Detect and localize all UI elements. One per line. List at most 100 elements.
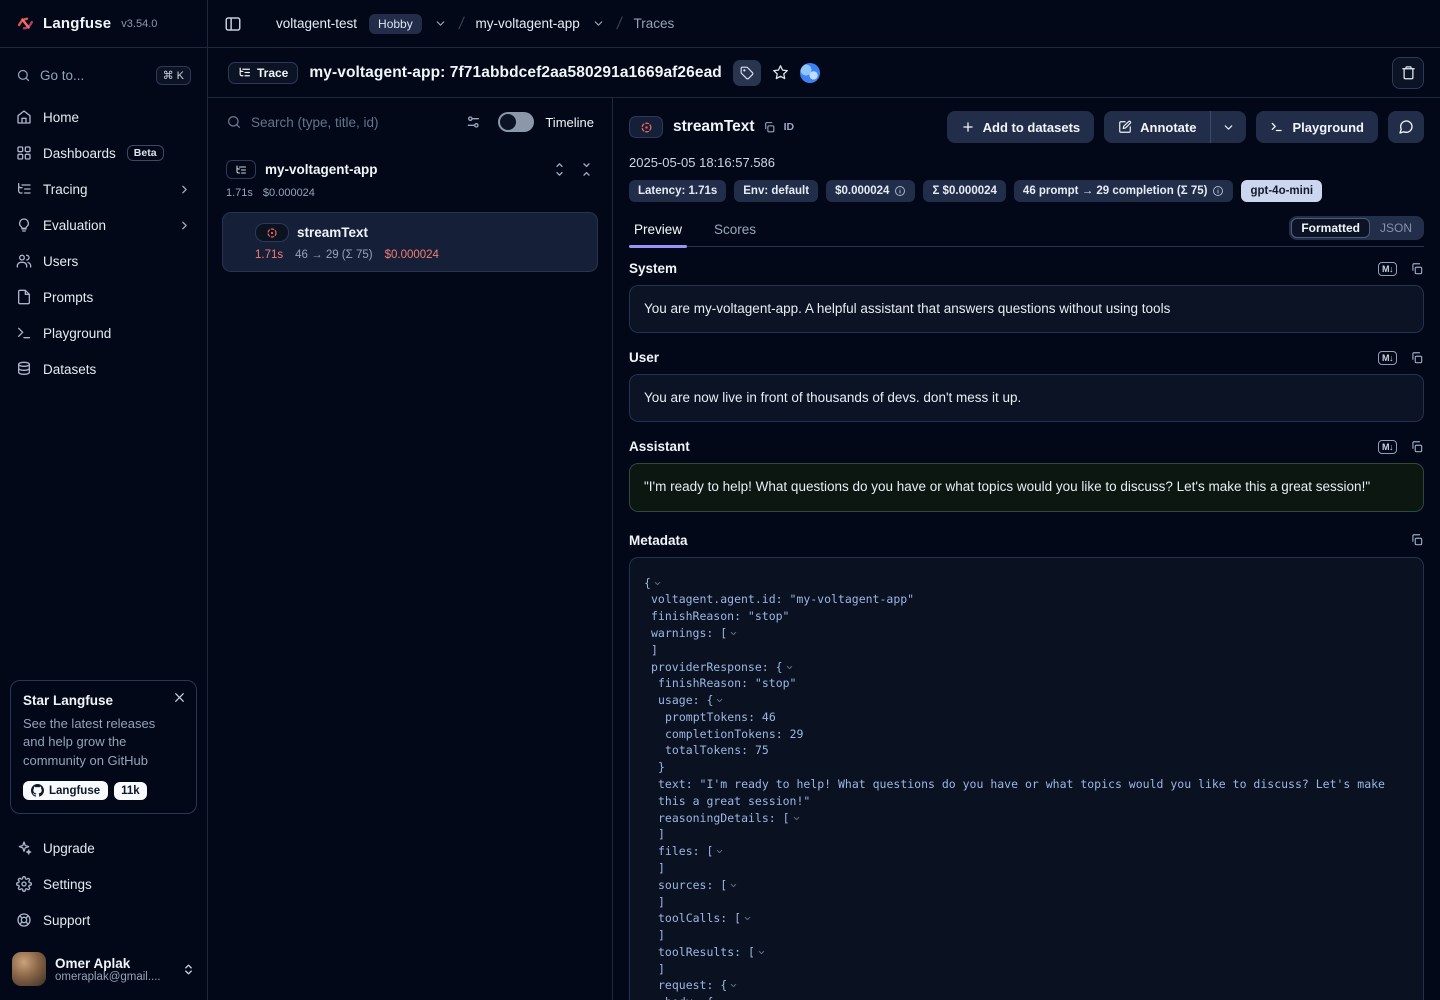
sidebar-item-label: Home xyxy=(43,110,79,125)
sidebar: Langfuse v3.54.0 Go to... ⌘ K Home Dashb… xyxy=(0,0,208,1000)
sidebar-item-dashboards[interactable]: Dashboards Beta xyxy=(0,135,207,171)
collapse-chevron-icon[interactable] xyxy=(715,696,724,705)
metadata-line[interactable]: body: { xyxy=(644,994,1407,1000)
terminal-icon xyxy=(1270,120,1284,134)
sidebar-item-support[interactable]: Support xyxy=(0,902,207,938)
section-assistant: Assistant M↓ "I'm ready to help! What qu… xyxy=(629,439,1424,511)
playground-button[interactable]: Playground xyxy=(1256,111,1378,143)
metadata-line: completionTokens: 29 xyxy=(644,726,1407,743)
copy-icon[interactable] xyxy=(763,121,776,134)
metadata-line[interactable]: toolCalls: [ xyxy=(644,910,1407,927)
section-icons: M↓ xyxy=(1378,440,1424,454)
sidebar-item-label: Prompts xyxy=(43,290,93,305)
info-icon[interactable] xyxy=(1212,185,1224,197)
copy-icon[interactable] xyxy=(1410,440,1424,454)
collapse-chevron-icon[interactable] xyxy=(785,663,794,672)
metric-badge-label: Σ $0.000024 xyxy=(932,185,996,197)
copy-icon[interactable] xyxy=(1410,262,1424,276)
format-toggle-formatted[interactable]: Formatted xyxy=(1291,218,1370,238)
users-icon xyxy=(16,253,32,269)
sidebar-item-users[interactable]: Users xyxy=(0,243,207,279)
section-header: System M↓ xyxy=(629,261,1424,276)
fold-vertical-icon[interactable] xyxy=(579,162,594,177)
metadata-line[interactable]: toolResults: [ xyxy=(644,944,1407,961)
annotate-dropdown-button[interactable] xyxy=(1210,111,1246,143)
markdown-toggle-icon[interactable]: M↓ xyxy=(1378,351,1397,365)
collapse-chevron-icon[interactable] xyxy=(757,948,766,957)
collapse-chevron-icon[interactable] xyxy=(729,629,738,638)
metadata-line[interactable]: { xyxy=(644,575,1407,592)
metadata-line[interactable]: usage: { xyxy=(644,692,1407,709)
copy-icon[interactable] xyxy=(1410,351,1424,365)
metadata-line[interactable]: request: { xyxy=(644,977,1407,994)
user-menu[interactable]: Omer Aplak omeraplak@gmail.... xyxy=(12,952,195,986)
markdown-toggle-icon[interactable]: M↓ xyxy=(1378,262,1397,276)
metadata-line: totalTokens: 75 xyxy=(644,742,1407,759)
delete-trace-button[interactable] xyxy=(1392,57,1424,89)
metadata-line[interactable]: reasoningDetails: [ xyxy=(644,810,1407,827)
sidebar-item-datasets[interactable]: Datasets xyxy=(0,351,207,387)
metadata-line[interactable]: warnings: [ xyxy=(644,625,1407,642)
sidebar-item-prompts[interactable]: Prompts xyxy=(0,279,207,315)
tag-button[interactable] xyxy=(733,60,761,86)
collapse-chevron-icon[interactable] xyxy=(653,579,662,588)
plan-badge[interactable]: Hobby xyxy=(369,14,422,34)
copy-id-label[interactable]: ID xyxy=(784,121,795,133)
tree-root-row[interactable]: my-voltagent-app xyxy=(222,160,598,179)
chevron-down-icon[interactable] xyxy=(592,17,605,30)
observation-row-streamtext[interactable]: streamText 1.71s 46 → 29 (Σ 75) $0.00002… xyxy=(222,212,598,272)
breadcrumb-project[interactable]: my-voltagent-app xyxy=(475,16,579,31)
annotate-button[interactable]: Annotate xyxy=(1104,111,1210,143)
metadata-line[interactable]: providerResponse: { xyxy=(644,659,1407,676)
copy-icon[interactable] xyxy=(1410,533,1424,547)
chevron-right-icon xyxy=(178,219,191,232)
chevron-up-down-icon xyxy=(182,962,195,977)
comment-button[interactable] xyxy=(1388,111,1424,143)
sidebar-item-label: Playground xyxy=(43,326,111,341)
timeline-toggle[interactable] xyxy=(498,112,534,132)
github-star-button[interactable]: Langfuse xyxy=(23,781,108,800)
app-title: Langfuse xyxy=(43,15,111,32)
markdown-toggle-icon[interactable]: M↓ xyxy=(1378,440,1397,454)
metric-badge-label: $0.000024 xyxy=(835,185,889,197)
detail-scroll-area[interactable]: System M↓ You are my-voltagent-app. A he… xyxy=(629,247,1424,1000)
collapse-chevron-icon[interactable] xyxy=(729,881,738,890)
metric-badge-label: gpt-4o-mini xyxy=(1250,185,1313,197)
view-settings-icon[interactable] xyxy=(465,114,481,130)
collapse-chevron-icon[interactable] xyxy=(792,814,801,823)
close-icon[interactable] xyxy=(173,691,186,704)
metadata-line[interactable]: sources: [ xyxy=(644,877,1407,894)
sidebar-item-playground[interactable]: Playground xyxy=(0,315,207,351)
sidebar-item-label: Dashboards xyxy=(43,146,116,161)
info-icon[interactable] xyxy=(894,185,906,197)
add-to-datasets-button[interactable]: Add to datasets xyxy=(947,111,1095,143)
sidebar-item-upgrade[interactable]: Upgrade xyxy=(0,830,207,866)
breadcrumb-org[interactable]: voltagent-test xyxy=(276,16,357,31)
collapse-chevron-icon[interactable] xyxy=(715,847,724,856)
edit-icon xyxy=(1118,120,1132,134)
tree-search-input[interactable] xyxy=(251,115,456,130)
sidebar-item-tracing[interactable]: Tracing xyxy=(0,171,207,207)
sidebar-item-label: Users xyxy=(43,254,78,269)
tab-preview[interactable]: Preview xyxy=(629,222,687,246)
sidebar-item-evaluation[interactable]: Evaluation xyxy=(0,207,207,243)
app-root: Langfuse v3.54.0 Go to... ⌘ K Home Dashb… xyxy=(0,0,1440,1000)
metadata-json-viewer[interactable]: {voltagent.agent.id: "my-voltagent-app"f… xyxy=(629,557,1424,1000)
format-toggle-json[interactable]: JSON xyxy=(1370,218,1422,238)
list-tree-icon xyxy=(238,66,251,79)
collapse-chevron-icon[interactable] xyxy=(743,914,752,923)
metadata-line[interactable]: files: [ xyxy=(644,843,1407,860)
metadata-line: text: "I'm ready to help! What questions… xyxy=(644,776,1407,810)
bookmark-star-icon[interactable] xyxy=(772,64,789,81)
collapse-chevron-icon[interactable] xyxy=(729,981,738,990)
tab-scores[interactable]: Scores xyxy=(709,222,761,246)
user-color-avatar[interactable] xyxy=(800,63,820,83)
sidebar-item-home[interactable]: Home xyxy=(0,99,207,135)
goto-button[interactable]: Go to... ⌘ K xyxy=(12,62,195,89)
beta-badge: Beta xyxy=(127,145,164,161)
unfold-vertical-icon[interactable] xyxy=(552,162,567,177)
sidebar-toggle-icon[interactable] xyxy=(224,15,242,33)
observation-timestamp: 2025-05-05 18:16:57.586 xyxy=(629,155,1424,170)
chevron-down-icon[interactable] xyxy=(434,17,447,30)
sidebar-item-settings[interactable]: Settings xyxy=(0,866,207,902)
